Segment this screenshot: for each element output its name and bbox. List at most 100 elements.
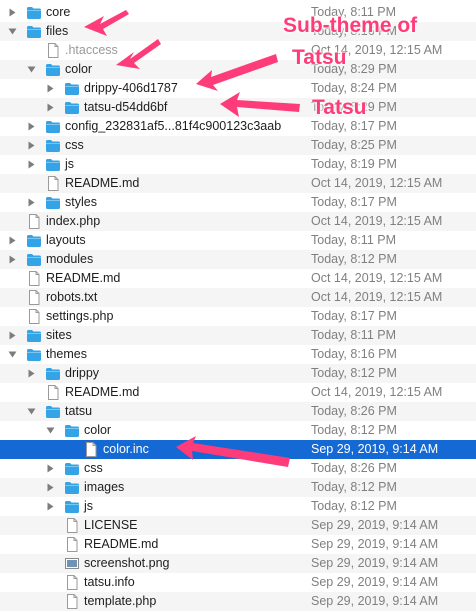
folder-icon: [26, 5, 42, 20]
folder-row[interactable]: js Today, 8:12 PM: [0, 497, 476, 516]
item-name: screenshot.png: [84, 556, 170, 570]
disclosure-closed-icon[interactable]: [44, 478, 56, 497]
file-row[interactable]: README.md Oct 14, 2019, 12:15 AM: [0, 269, 476, 288]
document-icon: [45, 43, 61, 58]
disclosure-closed-icon[interactable]: [6, 231, 18, 250]
folder-row[interactable]: styles Today, 8:17 PM: [0, 193, 476, 212]
folder-icon: [45, 62, 61, 77]
file-row[interactable]: README.md Sep 29, 2019, 9:14 AM: [0, 535, 476, 554]
date-modified: Sep 29, 2019, 9:14 AM: [311, 594, 439, 608]
file-row[interactable]: template.php Sep 29, 2019, 9:14 AM: [0, 592, 476, 611]
disclosure-closed-icon[interactable]: [44, 459, 56, 478]
item-name: template.php: [84, 594, 157, 608]
date-modified: Today, 8:17 PM: [311, 309, 397, 323]
date-modified: Today, 8:11 PM: [311, 328, 396, 342]
item-name: README.md: [46, 271, 121, 285]
callout-tatsu: Tatsu: [312, 96, 367, 119]
date-modified: Today, 8:12 PM: [311, 252, 397, 266]
date-modified: Today, 8:11 PM: [311, 233, 396, 247]
folder-icon: [26, 347, 42, 362]
disclosure-closed-icon[interactable]: [25, 136, 37, 155]
disclosure-closed-icon[interactable]: [6, 250, 18, 269]
folder-icon: [45, 404, 61, 419]
disclosure-open-icon[interactable]: [25, 60, 37, 79]
document-icon: [45, 385, 61, 400]
image-file-icon: [64, 556, 80, 571]
date-modified: Sep 29, 2019, 9:14 AM: [311, 575, 439, 589]
disclosure-closed-icon[interactable]: [44, 79, 56, 98]
folder-row[interactable]: themes Today, 8:16 PM: [0, 345, 476, 364]
folder-icon: [64, 499, 80, 514]
folder-row[interactable]: drippy Today, 8:12 PM: [0, 364, 476, 383]
file-row[interactable]: README.md Oct 14, 2019, 12:15 AM: [0, 174, 476, 193]
folder-row[interactable]: tatsu Today, 8:26 PM: [0, 402, 476, 421]
folder-icon: [64, 81, 80, 96]
item-name: README.md: [65, 176, 140, 190]
item-name: styles: [65, 195, 97, 209]
file-row[interactable]: settings.php Today, 8:17 PM: [0, 307, 476, 326]
folder-icon: [64, 423, 80, 438]
item-name: js: [84, 499, 94, 513]
file-row[interactable]: robots.txt Oct 14, 2019, 12:15 AM: [0, 288, 476, 307]
item-name: drippy-406d1787: [84, 81, 178, 95]
folder-row[interactable]: config_232831af5...81f4c900123c3aab Today…: [0, 117, 476, 136]
file-row[interactable]: README.md Oct 14, 2019, 12:15 AM: [0, 383, 476, 402]
date-modified: Sep 29, 2019, 9:14 AM: [311, 556, 439, 570]
disclosure-open-icon[interactable]: [44, 421, 56, 440]
folder-row[interactable]: drippy-406d1787 Today, 8:24 PM: [0, 79, 476, 98]
date-modified: Oct 14, 2019, 12:15 AM: [311, 176, 443, 190]
date-modified: Oct 14, 2019, 12:15 AM: [311, 385, 443, 399]
document-icon: [26, 271, 42, 286]
folder-row[interactable]: sites Today, 8:11 PM: [0, 326, 476, 345]
disclosure-closed-icon[interactable]: [6, 326, 18, 345]
disclosure-closed-icon[interactable]: [44, 497, 56, 516]
item-name: files: [46, 24, 69, 38]
date-modified: Today, 8:26 PM: [311, 461, 397, 475]
file-row[interactable]: index.php Oct 14, 2019, 12:15 AM: [0, 212, 476, 231]
disclosure-closed-icon[interactable]: [25, 364, 37, 383]
file-row[interactable]: tatsu.info Sep 29, 2019, 9:14 AM: [0, 573, 476, 592]
folder-row[interactable]: js Today, 8:19 PM: [0, 155, 476, 174]
disclosure-closed-icon[interactable]: [6, 3, 18, 22]
document-icon: [64, 575, 80, 590]
date-modified: Today, 8:19 PM: [311, 157, 397, 171]
disclosure-open-icon[interactable]: [6, 22, 18, 41]
date-modified: Today, 8:12 PM: [311, 366, 397, 380]
item-name: README.md: [84, 537, 159, 551]
file-row[interactable]: LICENSE Sep 29, 2019, 9:14 AM: [0, 516, 476, 535]
item-name: color.inc: [103, 442, 149, 456]
item-name: config_232831af5...81f4c900123c3aab: [65, 119, 282, 133]
item-name: tatsu.info: [84, 575, 135, 589]
file-row[interactable]: color.inc Sep 29, 2019, 9:14 AM: [0, 440, 476, 459]
folder-row[interactable]: modules Today, 8:12 PM: [0, 250, 476, 269]
file-row[interactable]: .htaccess Oct 14, 2019, 12:15 AM: [0, 41, 476, 60]
folder-row[interactable]: color Today, 8:29 PM: [0, 60, 476, 79]
folder-icon: [64, 461, 80, 476]
item-name: color: [84, 423, 112, 437]
file-row[interactable]: screenshot.png Sep 29, 2019, 9:14 AM: [0, 554, 476, 573]
document-icon: [64, 518, 80, 533]
date-modified: Sep 29, 2019, 9:14 AM: [311, 442, 439, 456]
item-name: themes: [46, 347, 87, 361]
disclosure-open-icon[interactable]: [25, 402, 37, 421]
folder-row[interactable]: tatsu-d54dd6bf Today, 8:29 PM: [0, 98, 476, 117]
folder-row[interactable]: css Today, 8:25 PM: [0, 136, 476, 155]
disclosure-closed-icon[interactable]: [44, 98, 56, 117]
folder-row[interactable]: layouts Today, 8:11 PM: [0, 231, 476, 250]
disclosure-closed-icon[interactable]: [25, 155, 37, 174]
item-name: robots.txt: [46, 290, 98, 304]
disclosure-open-icon[interactable]: [6, 345, 18, 364]
folder-row[interactable]: css Today, 8:26 PM: [0, 459, 476, 478]
item-name: tatsu: [65, 404, 93, 418]
disclosure-closed-icon[interactable]: [25, 117, 37, 136]
folder-row[interactable]: images Today, 8:12 PM: [0, 478, 476, 497]
folder-icon: [26, 328, 42, 343]
item-name: core: [46, 5, 71, 19]
folder-row[interactable]: color Today, 8:12 PM: [0, 421, 476, 440]
folder-icon: [45, 138, 61, 153]
date-modified: Oct 14, 2019, 12:15 AM: [311, 271, 443, 285]
item-name: layouts: [46, 233, 86, 247]
item-name: css: [65, 138, 84, 152]
item-name: css: [84, 461, 103, 475]
disclosure-closed-icon[interactable]: [25, 193, 37, 212]
